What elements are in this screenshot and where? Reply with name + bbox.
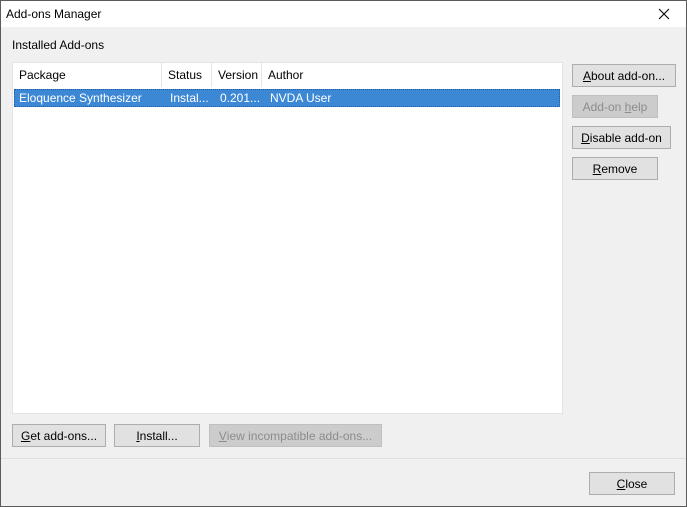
disable-addon-button[interactable]: Disable add-on <box>572 126 671 149</box>
list-item[interactable]: Eloquence Synthesizer Instal... 0.201...… <box>14 89 560 107</box>
addon-help-button[interactable]: Add-on h elp <box>572 95 658 118</box>
addons-list[interactable]: Package Status Version Author Eloquence … <box>12 62 563 414</box>
window-close-button[interactable] <box>642 1 686 27</box>
add-ons-manager-window: Add-ons Manager Installed Add-ons Packag… <box>0 0 687 507</box>
column-header-author[interactable]: Author <box>262 63 562 87</box>
list-header: Package Status Version Author <box>13 63 562 87</box>
install-button[interactable]: Install... <box>114 424 200 447</box>
cell-package: Eloquence Synthesizer <box>19 91 142 105</box>
column-header-status[interactable]: Status <box>162 63 212 87</box>
cell-author: NVDA User <box>270 91 332 105</box>
footer-separator <box>1 458 686 459</box>
window-title: Add-ons Manager <box>6 7 102 21</box>
view-incompatible-addons-button[interactable]: View incompatible add-ons... <box>209 424 382 447</box>
column-header-version[interactable]: Version <box>212 63 262 87</box>
remove-button[interactable]: Remove <box>572 157 658 180</box>
close-icon <box>658 8 670 20</box>
cell-version: 0.201... <box>220 91 261 105</box>
cell-status: Instal... <box>170 91 209 105</box>
about-addon-button[interactable]: About add-on... <box>572 64 676 87</box>
close-button[interactable]: Close <box>589 472 675 495</box>
installed-addons-label: Installed Add-ons <box>12 38 105 52</box>
column-header-package[interactable]: Package <box>13 63 162 87</box>
get-addons-button[interactable]: Get add-ons... <box>12 424 106 447</box>
title-bar: Add-ons Manager <box>1 1 686 27</box>
